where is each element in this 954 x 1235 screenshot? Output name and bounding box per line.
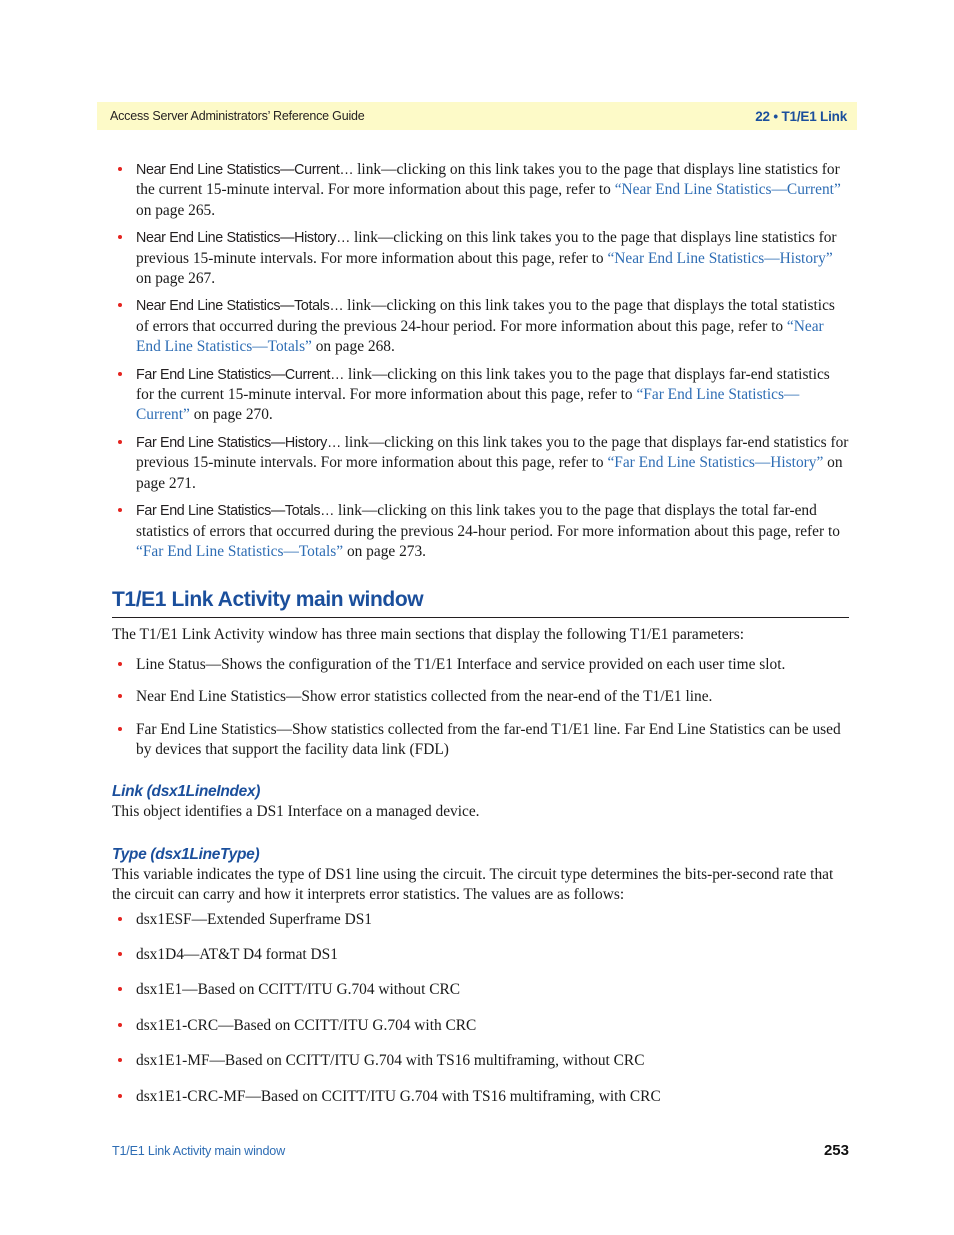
content-column: Near End Line Statistics—Current… link—c… [112,160,849,1122]
link-item-body-after: on page 267. [136,270,216,288]
bullet-dot-icon [118,726,122,731]
header-guide-title: Access Server Administrators’ Reference … [110,109,365,123]
link-item-name: Near End Line Statistics—Totals… [136,298,344,315]
link-item-body-after: on page 270. [189,406,273,424]
bullet-dot-icon [118,1058,122,1063]
bullet-dot-icon [118,987,122,992]
link-item-name: Far End Line Statistics—Current… [136,366,345,383]
link-bullet-list: Near End Line Statistics—Current… link—c… [112,160,849,562]
subheading-type-dsx1linetype: Type (dsx1LineType) [112,845,260,863]
list-item: dsx1E1-MF—Based on CCITT/ITU G.704 with … [112,1051,849,1071]
link-item-name: Far End Line Statistics—Totals… [136,503,335,520]
header-chapter-title: 22 • T1/E1 Link [755,108,847,124]
list-item: Far End Line Statistics—Current… link—cl… [112,365,849,426]
bullet-dot-icon [118,439,122,444]
line-type-value: dsx1D4—AT&T D4 format DS1 [136,945,338,963]
bullet-dot-icon [118,951,122,956]
cross-reference-link[interactable]: “Far End Line Statistics—Totals” [136,543,343,560]
footer-page-number: 253 [823,1142,849,1159]
heading-divider [112,617,849,619]
parameter-text: Line Status—Shows the configuration of t… [136,655,786,673]
link-item-name: Near End Line Statistics—History… [136,230,351,247]
bullet-dot-icon [118,661,122,666]
line-type-value-list: dsx1ESF—Extended Superframe DS1 dsx1D4—AT… [112,910,849,1107]
list-item: Far End Line Statistics—Totals… link—cli… [112,501,849,562]
list-item: dsx1D4—AT&T D4 format DS1 [112,945,849,965]
link-item-name: Far End Line Statistics—History… [136,434,341,451]
bullet-dot-icon [118,916,122,921]
list-item: dsx1E1-CRC-MF—Based on CCITT/ITU G.704 w… [112,1087,849,1107]
bullet-dot-icon [118,235,122,240]
link-object-description: This object identifies a DS1 Interface o… [112,803,480,821]
link-item-body-after: on page 273. [343,542,427,560]
footer-section-title: T1/E1 Link Activity main window [112,1144,285,1158]
list-item: dsx1ESF—Extended Superframe DS1 [112,910,849,930]
line-type-value: dsx1E1—Based on CCITT/ITU G.704 without … [136,981,461,999]
bullet-dot-icon [118,508,122,513]
line-type-value: dsx1E1-MF—Based on CCITT/ITU G.704 with … [136,1052,645,1070]
bullet-dot-icon [118,167,122,171]
link-item-body-after: on page 265. [136,201,216,219]
list-item: Line Status—Shows the configuration of t… [112,655,849,675]
page-title: T1/E1 Link Activity main window [112,588,424,612]
document-page: Access Server Administrators’ Reference … [0,0,954,1235]
page-footer: T1/E1 Link Activity main window 253 [112,1142,849,1159]
list-item: Far End Line Statistics—History… link—cl… [112,433,849,494]
list-item: dsx1E1-CRC—Based on CCITT/ITU G.704 with… [112,1016,849,1036]
bullet-dot-icon [118,1022,122,1027]
list-item: Far End Line Statistics—Show statistics … [112,720,849,761]
link-item-name: Near End Line Statistics—Current… [136,162,354,178]
list-item: dsx1E1—Based on CCITT/ITU G.704 without … [112,980,849,1000]
bullet-dot-icon [118,694,122,699]
list-item: Near End Line Statistics—Current… link—c… [112,160,849,221]
link-item-body-after: on page 268. [311,338,395,356]
cross-reference-link[interactable]: “Far End Line Statistics—History” [607,454,823,471]
parameter-text: Near End Line Statistics—Show error stat… [136,688,713,706]
line-type-value: dsx1E1-CRC—Based on CCITT/ITU G.704 with… [136,1016,477,1034]
list-item: Near End Line Statistics—Show error stat… [112,687,849,707]
section-intro-paragraph: The T1/E1 Link Activity window has three… [112,626,745,644]
cross-reference-link[interactable]: “Near End Line Statistics—Current” [615,181,841,198]
bullet-dot-icon [118,371,122,376]
line-type-value: dsx1E1-CRC-MF—Based on CCITT/ITU G.704 w… [136,1087,661,1105]
running-header: Access Server Administrators’ Reference … [97,102,857,130]
bullet-dot-icon [118,303,122,308]
list-item: Near End Line Statistics—Totals… link—cl… [112,296,849,357]
type-object-description: This variable indicates the type of DS1 … [112,865,834,904]
parameter-bullet-list: Line Status—Shows the configuration of t… [112,655,849,761]
subheading-link-dsx1lineindex: Link (dsx1LineIndex) [112,783,261,801]
bullet-dot-icon [118,1093,122,1098]
list-item: Near End Line Statistics—History… link—c… [112,228,849,289]
line-type-value: dsx1ESF—Extended Superframe DS1 [136,910,372,928]
parameter-text: Far End Line Statistics—Show statistics … [136,720,841,758]
cross-reference-link[interactable]: “Near End Line Statistics—History” [607,250,832,267]
